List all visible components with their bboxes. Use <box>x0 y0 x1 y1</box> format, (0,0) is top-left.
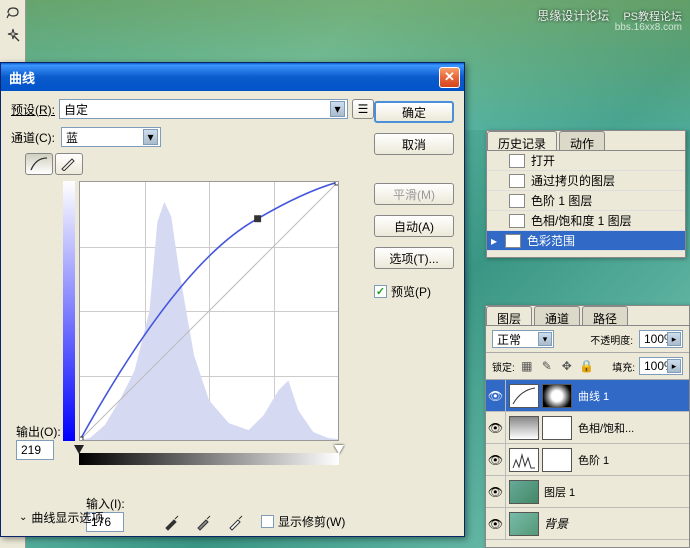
layer-row[interactable]: 👁 色阶 1 <box>486 444 689 476</box>
channel-select[interactable]: 蓝 ▾ <box>61 127 161 147</box>
opacity-label: 不透明度: <box>590 332 633 347</box>
visibility-icon[interactable]: 👁 <box>486 380 506 412</box>
smooth-button: 平滑(M) <box>374 183 454 205</box>
layer-row[interactable]: 👁 曲线 1 <box>486 380 689 412</box>
chevron-right-icon[interactable]: ▸ <box>667 359 681 373</box>
doc-icon <box>509 194 525 208</box>
lock-all-icon[interactable]: 🔒 <box>579 358 595 374</box>
output-group: 输出(O): <box>16 423 71 460</box>
wand-tool-icon[interactable] <box>0 24 25 46</box>
visibility-icon[interactable]: 👁 <box>486 412 506 444</box>
cancel-button[interactable]: 取消 <box>374 133 454 155</box>
adjustment-thumb[interactable] <box>509 448 539 472</box>
channel-label: 通道(C): <box>11 129 55 146</box>
history-item[interactable]: 色相/饱和度 1 图层 <box>487 211 685 231</box>
adjustment-thumb[interactable] <box>509 416 539 440</box>
opacity-input[interactable]: 100%▸ <box>639 330 683 348</box>
tab-history[interactable]: 历史记录 <box>487 131 557 150</box>
input-gradient <box>79 453 339 465</box>
watermark-url: bbs.16xx8.com <box>615 22 682 33</box>
gray-eyedropper-icon[interactable] <box>193 511 215 533</box>
curve-display-options[interactable]: 曲线显示选项 <box>31 509 103 526</box>
tab-channels[interactable]: 通道 <box>534 306 580 325</box>
history-item[interactable]: ▸色彩范围 <box>487 231 685 251</box>
doc-icon <box>509 154 525 168</box>
preset-label: 预设(R): <box>11 101 55 118</box>
options-button[interactable]: 选项(T)... <box>374 247 454 269</box>
doc-icon <box>509 174 525 188</box>
history-item[interactable]: 打开 <box>487 151 685 171</box>
tab-layers[interactable]: 图层 <box>486 306 532 325</box>
layer-mask-thumb[interactable] <box>542 448 572 472</box>
tab-actions[interactable]: 动作 <box>559 131 605 150</box>
adjustment-thumb[interactable] <box>509 384 539 408</box>
preview-checkbox[interactable] <box>374 285 387 298</box>
blend-mode-select[interactable]: 正常▾ <box>492 330 554 348</box>
visibility-icon[interactable]: 👁 <box>486 444 506 476</box>
curves-dialog: 曲线 ✕ 预设(R): 自定 ▾ ☰ 通道(C): 蓝 ▾ <box>0 62 465 537</box>
output-label: 输出(O): <box>16 423 71 440</box>
curve-mode-button[interactable] <box>25 153 53 175</box>
history-marker-icon: ▸ <box>491 234 497 248</box>
layer-list: 👁 曲线 1 👁 色相/饱和... 👁 色阶 1 👁 图层 1 👁 背景 <box>486 380 689 547</box>
curves-graph[interactable] <box>79 181 339 441</box>
layer-row[interactable]: 👁 背景 <box>486 508 689 540</box>
black-eyedropper-icon[interactable] <box>161 511 183 533</box>
layer-thumb[interactable] <box>509 480 539 504</box>
dialog-titlebar[interactable]: 曲线 ✕ <box>1 63 464 91</box>
chevron-right-icon[interactable]: ▸ <box>667 332 681 346</box>
history-item[interactable]: 色阶 1 图层 <box>487 191 685 211</box>
fill-label: 填充: <box>612 359 635 374</box>
show-clipping-checkbox[interactable] <box>261 515 274 528</box>
layer-mask-thumb[interactable] <box>542 416 572 440</box>
history-item[interactable]: 通过拷贝的图层 <box>487 171 685 191</box>
ok-button[interactable]: 确定 <box>374 101 454 123</box>
tab-paths[interactable]: 路径 <box>582 306 628 325</box>
curve-line[interactable] <box>80 182 338 440</box>
layer-mask-thumb[interactable] <box>542 384 572 408</box>
show-clipping-label: 显示修剪(W) <box>278 513 345 530</box>
preset-menu-button[interactable]: ☰ <box>352 99 374 119</box>
lock-label: 锁定: <box>492 359 515 374</box>
layers-panel: 图层 通道 路径 正常▾ 不透明度: 100%▸ 锁定: ▦ ✎ ✥ 🔒 填充:… <box>485 305 690 548</box>
visibility-icon[interactable]: 👁 <box>486 476 506 508</box>
auto-button[interactable]: 自动(A) <box>374 215 454 237</box>
dialog-title: 曲线 <box>5 68 439 87</box>
layer-thumb[interactable] <box>509 512 539 536</box>
lock-transparency-icon[interactable]: ▦ <box>519 358 535 374</box>
doc-icon <box>509 214 525 228</box>
white-eyedropper-icon[interactable] <box>225 511 247 533</box>
expand-icon[interactable]: ⌄ <box>19 512 27 523</box>
chevron-down-icon[interactable]: ▾ <box>143 129 158 145</box>
curve-grid[interactable] <box>79 181 339 441</box>
lasso-tool-icon[interactable] <box>0 2 25 24</box>
visibility-icon[interactable]: 👁 <box>486 508 506 540</box>
history-list: 打开 通过拷贝的图层 色阶 1 图层 色相/饱和度 1 图层 ▸色彩范围 <box>487 151 685 257</box>
close-button[interactable]: ✕ <box>439 67 460 88</box>
fill-input[interactable]: 100%▸ <box>639 357 683 375</box>
chevron-down-icon[interactable]: ▾ <box>538 332 552 346</box>
doc-icon <box>505 234 521 248</box>
preset-select[interactable]: 自定 ▾ <box>59 99 348 119</box>
preview-label: 预览(P) <box>391 283 431 300</box>
chevron-down-icon[interactable]: ▾ <box>330 101 345 117</box>
output-input[interactable] <box>16 440 54 460</box>
lock-move-icon[interactable]: ✥ <box>559 358 575 374</box>
output-gradient <box>63 181 75 441</box>
lock-brush-icon[interactable]: ✎ <box>539 358 555 374</box>
layer-row[interactable]: 👁 色相/饱和... <box>486 412 689 444</box>
pencil-mode-button[interactable] <box>55 153 83 175</box>
layer-row[interactable]: 👁 图层 1 <box>486 476 689 508</box>
history-panel: 历史记录 动作 打开 通过拷贝的图层 色阶 1 图层 色相/饱和度 1 图层 ▸… <box>486 130 686 258</box>
